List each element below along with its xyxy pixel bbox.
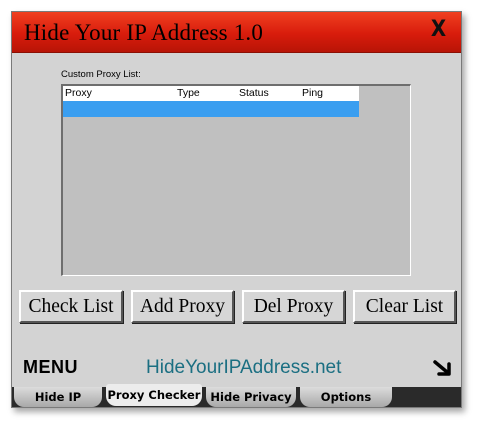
tab-options[interactable]: Options	[300, 387, 392, 407]
window-title: Hide Your IP Address 1.0	[24, 20, 264, 45]
close-button[interactable]: X	[431, 17, 446, 42]
list-header: Proxy Type Status Ping	[63, 86, 359, 101]
tab-proxy-checker[interactable]: Proxy Checker	[106, 384, 202, 406]
selected-list-row[interactable]	[63, 101, 359, 117]
column-header-ping[interactable]: Ping	[302, 87, 323, 99]
column-header-type[interactable]: Type	[177, 87, 200, 99]
diagonal-arrow-icon[interactable]	[432, 357, 454, 384]
app-window: Hide Your IP Address 1.0 X Custom Proxy …	[11, 11, 462, 408]
tab-bar: Hide IP Proxy Checker Hide Privacy Optio…	[12, 384, 461, 407]
tab-hide-ip[interactable]: Hide IP	[14, 387, 102, 407]
title-bar[interactable]: Hide Your IP Address 1.0 X	[12, 12, 461, 53]
tab-hide-privacy[interactable]: Hide Privacy	[206, 387, 296, 407]
proxy-listview[interactable]: Proxy Type Status Ping	[61, 84, 411, 276]
website-link[interactable]: HideYourIPAddress.net	[146, 357, 341, 379]
del-proxy-button[interactable]: Del Proxy	[242, 290, 345, 323]
column-header-proxy[interactable]: Proxy	[65, 87, 92, 99]
clear-list-button[interactable]: Clear List	[353, 290, 456, 323]
add-proxy-button[interactable]: Add Proxy	[131, 290, 234, 323]
proxy-list-label: Custom Proxy List:	[61, 69, 141, 80]
column-header-status[interactable]: Status	[239, 87, 269, 99]
check-list-button[interactable]: Check List	[19, 290, 123, 323]
menu-button[interactable]: MENU	[23, 357, 78, 378]
